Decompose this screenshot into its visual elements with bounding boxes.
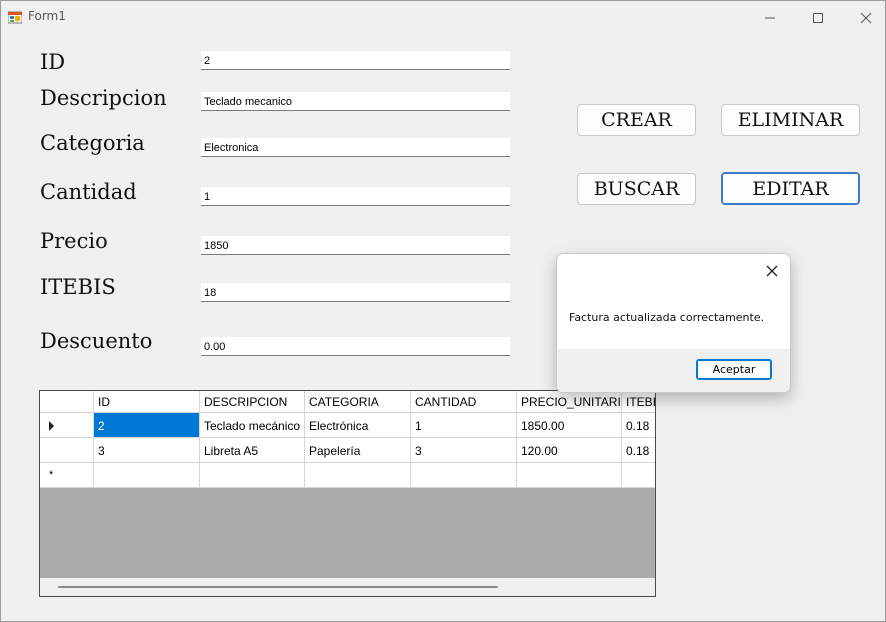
horizontal-scrollbar[interactable] [40,578,655,596]
label-descuento: Descuento [40,329,153,353]
grid-cell[interactable] [305,463,411,488]
grid-cell[interactable]: 1 [411,413,517,438]
descripcion-field[interactable] [201,92,510,111]
main-window: Form1 ID Descripcion Categoria Cantidad … [0,0,886,622]
minimize-button[interactable] [747,1,793,35]
window-title: Form1 [28,9,66,23]
label-categoria: Categoria [40,131,145,155]
row-header[interactable] [40,413,94,438]
column-header[interactable]: PRECIO_UNITARIO [517,391,622,413]
grid-cell[interactable]: 3 [94,438,200,463]
dialog-footer: Aceptar [557,349,790,392]
eliminar-button[interactable]: ELIMINAR [721,104,860,136]
message-dialog: Factura actualizada correctamente. Acept… [556,253,791,393]
grid-cell[interactable]: 0.18 [622,438,655,463]
scrollbar-thumb[interactable] [58,586,498,588]
grid-cell[interactable]: 0.18 [622,413,655,438]
close-button[interactable] [843,1,885,35]
label-cantidad: Cantidad [40,180,137,204]
maximize-button[interactable] [795,1,841,35]
new-row-marker: * [40,463,94,488]
column-header[interactable]: ITEBIS [622,391,655,413]
label-id: ID [40,50,66,74]
minimize-icon [765,17,775,19]
precio-field[interactable] [201,236,510,255]
grid-cell[interactable]: Papelería [305,438,411,463]
table-row[interactable]: 2 Teclado mecánico Electrónica 1 1850.00… [40,413,655,438]
buscar-button[interactable]: BUSCAR [577,173,696,205]
app-icon [8,11,22,24]
grid-cell[interactable] [517,463,622,488]
dialog-close-button[interactable] [764,263,780,279]
table-row[interactable]: 3 Libreta A5 Papelería 3 120.00 0.18 [40,438,655,463]
label-itebis: ITEBIS [40,275,116,299]
label-descripcion: Descripcion [40,86,167,110]
cantidad-field[interactable] [201,187,510,206]
grid-cell[interactable] [200,463,305,488]
title-bar[interactable]: Form1 [1,1,885,35]
editar-button[interactable]: EDITAR [721,172,860,205]
itebis-field[interactable] [201,283,510,302]
close-icon [766,265,778,277]
column-header[interactable]: CATEGORIA [305,391,411,413]
row-header-corner[interactable] [40,391,94,413]
crear-button[interactable]: CREAR [577,104,696,136]
grid-cell[interactable] [411,463,517,488]
label-precio: Precio [40,229,108,253]
aceptar-button[interactable]: Aceptar [696,359,772,380]
maximize-icon [813,13,823,23]
grid-header-row: ID DESCRIPCION CATEGORIA CANTIDAD PRECIO… [40,391,655,413]
column-header[interactable]: CANTIDAD [411,391,517,413]
grid-cell[interactable]: Teclado mecánico [200,413,305,438]
column-header[interactable]: ID [94,391,200,413]
grid-cell[interactable]: 2 [94,413,200,438]
grid-cell[interactable]: 120.00 [517,438,622,463]
grid-cell[interactable] [622,463,655,488]
descuento-field[interactable] [201,337,510,356]
grid-cell[interactable] [94,463,200,488]
id-field[interactable] [201,51,510,70]
grid-cell[interactable]: Libreta A5 [200,438,305,463]
grid-cell[interactable]: Electrónica [305,413,411,438]
row-header[interactable] [40,438,94,463]
current-row-icon [49,421,54,431]
new-row[interactable]: * [40,463,655,488]
grid-cell[interactable]: 1850.00 [517,413,622,438]
close-icon [860,12,872,24]
categoria-field[interactable] [201,138,510,157]
data-grid[interactable]: ID DESCRIPCION CATEGORIA CANTIDAD PRECIO… [39,390,656,597]
grid-cell[interactable]: 3 [411,438,517,463]
dialog-message: Factura actualizada correctamente. [569,311,765,324]
column-header[interactable]: DESCRIPCION [200,391,305,413]
